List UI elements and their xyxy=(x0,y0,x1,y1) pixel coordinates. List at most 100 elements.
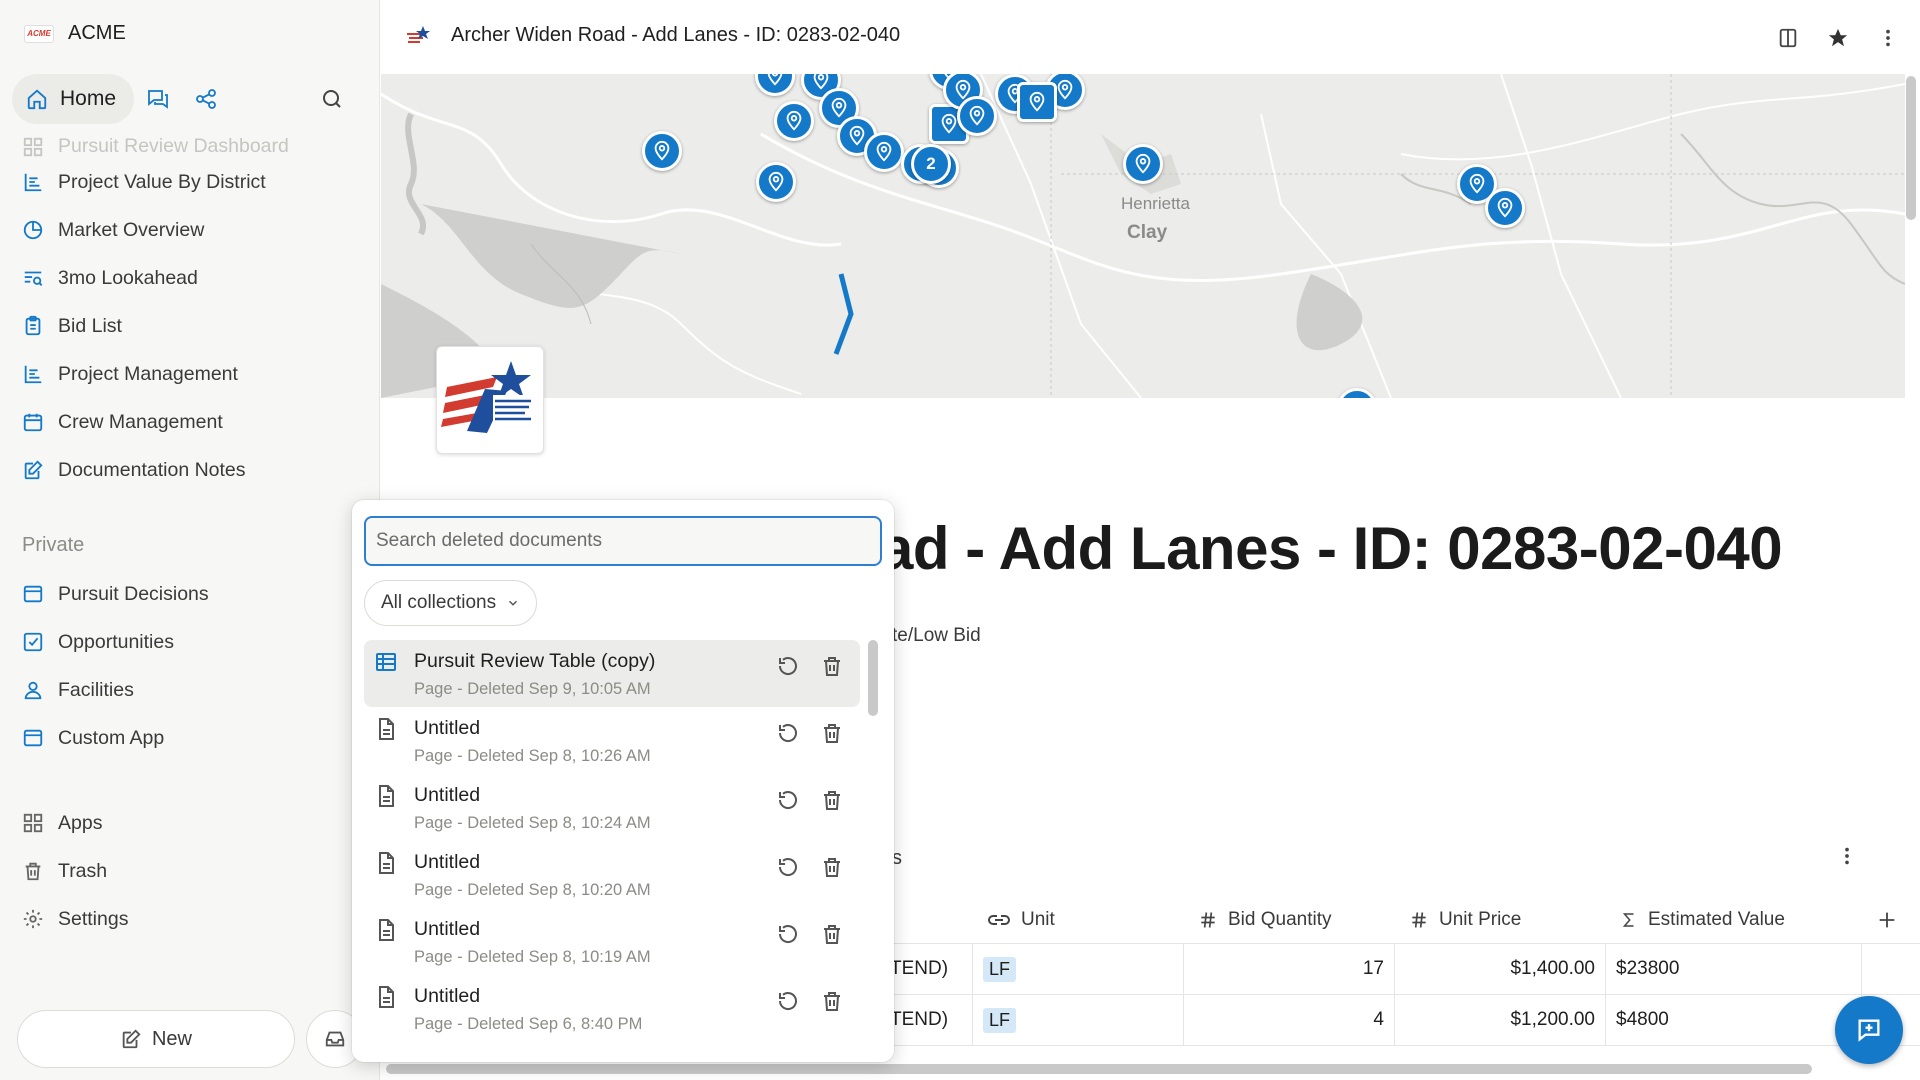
toggle-panel-button[interactable] xyxy=(1770,20,1806,56)
table-row[interactable]: TEND) LF 17 $1,400.00 $23800 xyxy=(880,943,1920,995)
deleted-document-item[interactable]: Untitled Page - Deleted Sep 8, 10:20 AM xyxy=(364,841,860,908)
window-icon xyxy=(23,729,43,747)
sidebar-item-label: Market Overview xyxy=(58,218,205,241)
favorite-button[interactable] xyxy=(1820,20,1856,56)
add-column-button[interactable] xyxy=(1862,896,1920,944)
deleted-document-item[interactable]: Untitled Page - Deleted Sep 8, 10:19 AM xyxy=(364,908,860,975)
sidebar-item-pursuit-decisions[interactable]: Pursuit Decisions xyxy=(0,570,380,618)
sidebar-item-documentation-notes[interactable]: Documentation Notes xyxy=(0,446,380,494)
location-pin-icon xyxy=(1497,197,1513,218)
restore-button[interactable] xyxy=(776,989,800,1018)
pie-chart-icon xyxy=(23,220,43,240)
delete-permanently-button[interactable] xyxy=(820,855,844,884)
sidebar-item-label: Facilities xyxy=(58,678,134,701)
sidebar-search-button[interactable] xyxy=(308,75,356,123)
cluster-count: 2 xyxy=(926,154,936,173)
cell-bid-quantity[interactable]: 4 xyxy=(1184,994,1395,1046)
deleted-document-title: Untitled xyxy=(414,784,481,806)
deleted-document-meta: Page - Deleted Sep 8, 10:20 AM xyxy=(414,881,651,899)
sidebar-item-label: Project Management xyxy=(58,362,238,385)
location-pin-icon xyxy=(1029,91,1045,112)
restore-button[interactable] xyxy=(776,855,800,884)
sidebar-item-bid-list[interactable]: Bid List xyxy=(0,302,380,350)
deleted-document-item[interactable]: Untitled Page - Deleted Sep 6, 8:40 PM xyxy=(364,975,860,1042)
trash-icon xyxy=(824,992,840,1011)
sidebar-item-settings[interactable]: Settings xyxy=(0,895,380,943)
sidebar-item-3mo-lookahead[interactable]: 3mo Lookahead xyxy=(0,254,380,302)
page-scrollbar-horizontal[interactable] xyxy=(386,1064,1812,1074)
column-header-estimated-value[interactable]: Estimated Value xyxy=(1606,896,1862,944)
deleted-document-item[interactable]: Untitled Page - Deleted Sep 8, 10:26 AM xyxy=(364,707,860,774)
plus-icon xyxy=(1879,912,1895,927)
sidebar-item-apps[interactable]: Apps xyxy=(0,799,380,847)
sidebar-item-market-overview[interactable]: Market Overview xyxy=(0,206,380,254)
restore-button[interactable] xyxy=(776,922,800,951)
map-marker[interactable] xyxy=(957,96,997,136)
workflows-button[interactable] xyxy=(182,75,230,123)
table-row[interactable]: TEND) LF 4 $1,200.00 $4800 xyxy=(880,994,1920,1046)
project-map[interactable]: Henrietta Clay lo 2 xyxy=(381,74,1905,398)
chevron-down-icon xyxy=(509,600,518,606)
restore-icon xyxy=(778,724,797,742)
restore-button[interactable] xyxy=(776,721,800,750)
column-header-unit[interactable]: Unit xyxy=(973,896,1184,944)
map-marker[interactable] xyxy=(642,131,682,171)
delete-permanently-button[interactable] xyxy=(820,654,844,683)
delete-permanently-button[interactable] xyxy=(820,788,844,817)
map-marker[interactable] xyxy=(1485,188,1525,228)
home-button[interactable]: Home xyxy=(12,74,135,124)
trash-icon xyxy=(824,724,840,743)
map-marker[interactable] xyxy=(864,132,904,172)
cell-estimated-value[interactable]: $4800 xyxy=(1606,994,1862,1046)
cell-estimated-value[interactable]: $23800 xyxy=(1606,943,1862,995)
delete-permanently-button[interactable] xyxy=(820,721,844,750)
cell-unit-price[interactable]: $1,400.00 xyxy=(1395,943,1606,995)
sidebar-item-label: Documentation Notes xyxy=(58,458,246,481)
collections-filter-dropdown[interactable]: All collections xyxy=(364,580,538,626)
sidebar-item-facilities[interactable]: Facilities xyxy=(0,666,380,714)
sidebar-item-trash[interactable]: Trash xyxy=(0,847,380,895)
new-button[interactable]: New xyxy=(17,1010,295,1068)
map-cluster-marker[interactable]: 2 xyxy=(911,144,951,184)
page-icon xyxy=(374,784,398,813)
ai-chat-button[interactable] xyxy=(1835,996,1903,1064)
chat-button[interactable] xyxy=(134,75,182,123)
map-marker[interactable] xyxy=(1017,82,1057,122)
trash-icon xyxy=(824,657,840,676)
map-marker[interactable] xyxy=(774,101,814,141)
sidebar-item-custom-app[interactable]: Custom App xyxy=(0,714,380,762)
column-header-unit-price[interactable]: Unit Price xyxy=(1395,896,1606,944)
sidebar-item-crew-management[interactable]: Crew Management xyxy=(0,398,380,446)
sidebar-item-opportunities[interactable]: Opportunities xyxy=(0,618,380,666)
column-header-bid-quantity[interactable]: Bid Quantity xyxy=(1184,896,1395,944)
cell-bid-quantity[interactable]: 17 xyxy=(1184,943,1395,995)
cell-unit-price[interactable]: $1,200.00 xyxy=(1395,994,1606,1046)
restore-icon xyxy=(778,925,797,943)
deleted-document-item[interactable]: Untitled Page - Deleted Sep 8, 10:24 AM xyxy=(364,774,860,841)
sidebar-item-pursuit-review-dashboard[interactable]: Pursuit Review Dashboard xyxy=(0,128,380,158)
restore-button[interactable] xyxy=(776,654,800,683)
calendar-icon xyxy=(23,413,43,432)
deleted-documents-search-input[interactable] xyxy=(364,516,882,566)
private-nav: Pursuit Decisions Opportunities Faciliti… xyxy=(0,570,380,762)
map-marker[interactable] xyxy=(1123,144,1163,184)
cell-unit[interactable]: LF xyxy=(973,943,1184,995)
more-options-button[interactable] xyxy=(1870,20,1906,56)
cell-unit[interactable]: LF xyxy=(973,994,1184,1046)
workspace-switcher[interactable]: ACME ACME xyxy=(24,22,126,45)
map-marker[interactable] xyxy=(756,162,796,202)
location-pin-icon xyxy=(969,105,985,126)
sidebar-item-project-management[interactable]: Project Management xyxy=(0,350,380,398)
deleted-document-item[interactable]: Pursuit Review Table (copy) Page - Delet… xyxy=(364,640,860,707)
delete-permanently-button[interactable] xyxy=(820,989,844,1018)
delete-permanently-button[interactable] xyxy=(820,922,844,951)
section-more-button[interactable] xyxy=(1836,845,1858,872)
restore-button[interactable] xyxy=(776,788,800,817)
deleted-document-title: Untitled xyxy=(414,717,481,739)
popover-scrollbar[interactable] xyxy=(868,640,878,716)
page-scrollbar-vertical[interactable] xyxy=(1906,76,1916,220)
bar-chart-icon xyxy=(24,365,42,384)
sidebar-item-project-value-by-district[interactable]: Project Value By District xyxy=(0,158,380,206)
sidebar-item-label: Pursuit Review Dashboard xyxy=(58,135,289,157)
link-icon xyxy=(988,914,1010,925)
